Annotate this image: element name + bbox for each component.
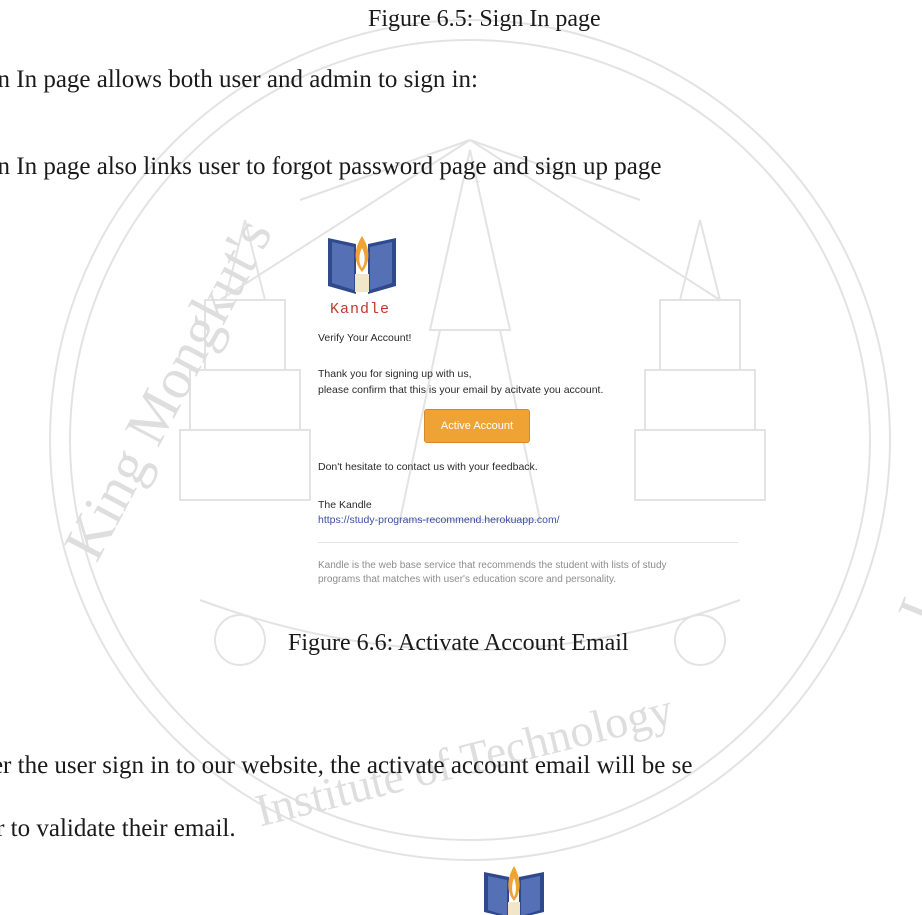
email-confirm-line: please confirm that this is your email b… — [318, 384, 604, 396]
watermark-text-right: Ladkrabang — [885, 351, 922, 632]
figure-6-6-caption: Figure 6.6: Activate Account Email — [288, 630, 629, 656]
email-footer-line-1: Kandle is the web base service that reco… — [318, 560, 667, 571]
watermark-text-left: King Mongkut's — [51, 208, 285, 571]
active-account-button[interactable]: Active Account — [424, 409, 530, 443]
email-footer-line-2: programs that matches with user's educat… — [318, 574, 616, 585]
kandle-logo-text: Kandle — [330, 301, 391, 318]
kandle-logo-icon — [328, 236, 396, 294]
email-heading: Verify Your Account! — [318, 332, 412, 344]
kandle-logo-icon-bottom — [484, 866, 544, 915]
body-text-line-2: gn In page also links user to forgot pas… — [0, 153, 662, 180]
body-text-line-1: gn In page allows both user and admin to… — [0, 66, 478, 93]
email-thanks-line: Thank you for signing up with us, — [318, 368, 472, 380]
email-feedback-line: Don't hesitate to contact us with your f… — [318, 461, 538, 473]
body-text-line-3: ter the user sign in to our website, the… — [0, 752, 693, 779]
email-divider — [318, 542, 738, 543]
email-site-link[interactable]: https://study-programs-recommend.herokua… — [318, 514, 560, 526]
activation-email-screenshot: Kandle Verify Your Account! Thank you fo… — [310, 224, 750, 585]
body-text-line-4: er to validate their email. — [0, 815, 236, 842]
email-signature: The Kandle — [318, 499, 372, 511]
figure-6-5-caption: Figure 6.5: Sign In page — [368, 6, 601, 32]
